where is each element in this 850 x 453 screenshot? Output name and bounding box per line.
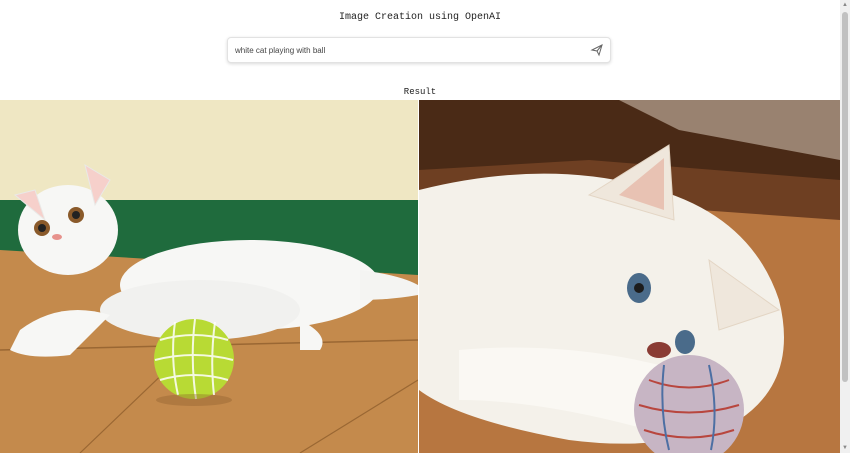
result-heading: Result xyxy=(403,87,437,97)
generated-image-2[interactable] xyxy=(419,100,840,453)
prompt-input[interactable] xyxy=(235,38,585,62)
send-icon xyxy=(590,44,603,57)
prompt-bar xyxy=(227,37,611,63)
send-button[interactable] xyxy=(590,43,604,57)
scrollbar-thumb[interactable] xyxy=(842,12,848,382)
generated-image-1[interactable] xyxy=(0,100,418,453)
scroll-up-icon[interactable]: ▲ xyxy=(840,0,850,10)
scroll-down-icon[interactable]: ▼ xyxy=(840,443,850,453)
vertical-scrollbar[interactable]: ▲ ▼ xyxy=(840,0,850,453)
page-title: Image Creation using OpenAI xyxy=(338,12,502,23)
